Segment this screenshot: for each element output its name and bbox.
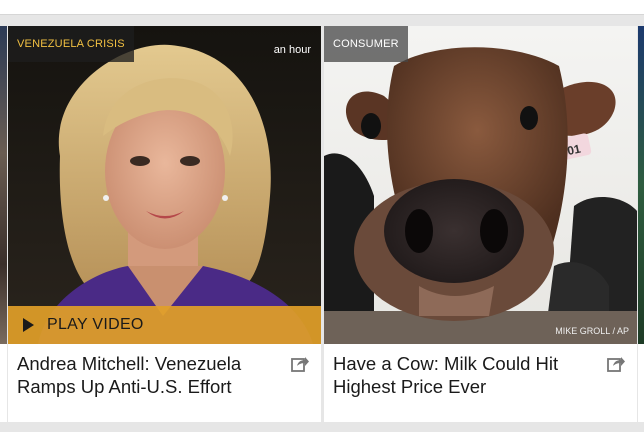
cow-photo-area[interactable]: 601 CONSUMER MIKE GROLL / AP bbox=[324, 26, 637, 344]
share-icon[interactable] bbox=[291, 356, 309, 372]
story-card-milk[interactable]: 601 CONSUMER MIKE GROLL / AP Have a Cow:… bbox=[324, 26, 637, 422]
next-card-edge-bottom bbox=[638, 344, 644, 422]
top-strip bbox=[0, 0, 644, 15]
video-thumbnail[interactable]: VENEZUELA CRISIS an hour PLAY VIDEO bbox=[8, 26, 321, 344]
anchor-photo bbox=[8, 26, 321, 344]
headline-link[interactable]: Andrea Mitchell: Venezuela Ramps Up Anti… bbox=[17, 352, 279, 398]
story-card-venezuela[interactable]: VENEZUELA CRISIS an hour PLAY VIDEO Andr… bbox=[8, 26, 321, 422]
photo-credit: MIKE GROLL / AP bbox=[555, 326, 629, 336]
headline-link[interactable]: Have a Cow: Milk Could Hit Highest Price… bbox=[333, 352, 595, 398]
play-video-button[interactable]: PLAY VIDEO bbox=[8, 306, 321, 344]
timestamp: an hour bbox=[273, 44, 311, 56]
prev-card-edge[interactable] bbox=[0, 26, 7, 344]
play-icon bbox=[23, 318, 34, 332]
play-video-label: PLAY VIDEO bbox=[47, 316, 144, 333]
category-tag[interactable]: VENEZUELA CRISIS bbox=[8, 26, 134, 62]
next-card-edge[interactable] bbox=[638, 26, 644, 344]
cow-photo: 601 bbox=[324, 26, 637, 344]
category-tag[interactable]: CONSUMER bbox=[324, 26, 408, 62]
share-icon[interactable] bbox=[607, 356, 625, 372]
prev-card-edge-bottom bbox=[0, 344, 7, 422]
